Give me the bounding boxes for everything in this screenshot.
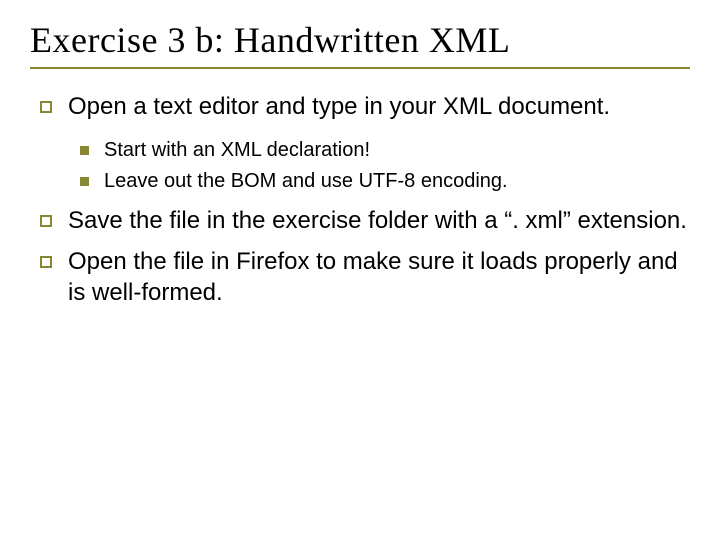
slide-content: Open a text editor and type in your XML … <box>30 91 690 308</box>
hollow-square-icon <box>40 215 52 227</box>
list-item-text: Open the file in Firefox to make sure it… <box>68 248 678 306</box>
sub-list-item: Start with an XML declaration! <box>68 137 690 164</box>
slide-title: Exercise 3 b: Handwritten XML <box>30 20 690 69</box>
hollow-square-icon <box>40 101 52 113</box>
sub-bullet-list: Start with an XML declaration! Leave out… <box>68 137 690 195</box>
slide: Exercise 3 b: Handwritten XML Open a tex… <box>0 0 720 540</box>
filled-square-icon <box>80 177 89 186</box>
list-item: Save the file in the exercise folder wit… <box>36 205 690 236</box>
sub-list-item: Leave out the BOM and use UTF-8 encoding… <box>68 168 690 195</box>
list-item-text: Open a text editor and type in your XML … <box>68 93 610 120</box>
list-item: Open a text editor and type in your XML … <box>36 91 690 194</box>
list-item: Open the file in Firefox to make sure it… <box>36 246 690 308</box>
sub-list-item-text: Start with an XML declaration! <box>104 139 370 161</box>
filled-square-icon <box>80 146 89 155</box>
hollow-square-icon <box>40 256 52 268</box>
list-item-text: Save the file in the exercise folder wit… <box>68 207 687 234</box>
bullet-list: Open a text editor and type in your XML … <box>36 91 690 308</box>
sub-list-item-text: Leave out the BOM and use UTF-8 encoding… <box>104 170 508 192</box>
